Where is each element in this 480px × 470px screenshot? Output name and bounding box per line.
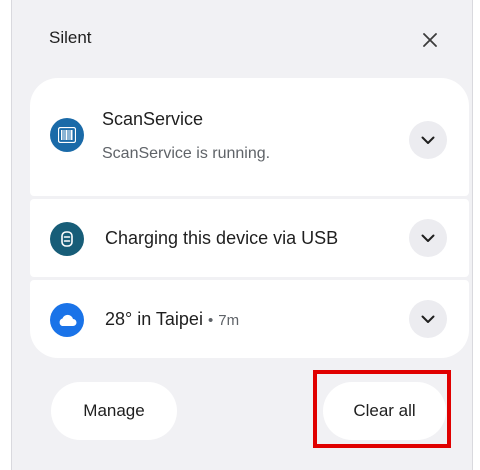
notification-title-line: 28° in Taipei • 7m (105, 309, 239, 330)
clear-all-button[interactable]: Clear all (323, 382, 446, 440)
chevron-down-icon (421, 234, 435, 242)
separator-dot: • (207, 312, 214, 329)
barcode-scanner-icon (50, 118, 84, 152)
expand-button[interactable] (409, 300, 447, 338)
notification-weather[interactable]: 28° in Taipei • 7m (30, 280, 469, 358)
notification-text: ScanService is running. (102, 145, 271, 162)
close-icon[interactable] (416, 26, 444, 54)
usb-charging-icon (50, 222, 84, 256)
chevron-down-icon (421, 315, 435, 323)
notification-title: 28° in Taipei (105, 309, 203, 329)
section-header: Silent (49, 28, 92, 47)
chevron-down-icon (421, 136, 435, 144)
notification-title: ScanService (102, 109, 204, 129)
manage-button[interactable]: Manage (51, 382, 177, 440)
notification-scanservice[interactable]: ScanService ScanService is running. (30, 78, 469, 196)
notification-usb-charging[interactable]: Charging this device via USB (30, 199, 469, 277)
notification-time: 7m (218, 312, 240, 329)
expand-button[interactable] (409, 219, 447, 257)
expand-button[interactable] (409, 121, 447, 159)
cloud-icon (50, 303, 84, 337)
notification-title: Charging this device via USB (105, 228, 339, 248)
